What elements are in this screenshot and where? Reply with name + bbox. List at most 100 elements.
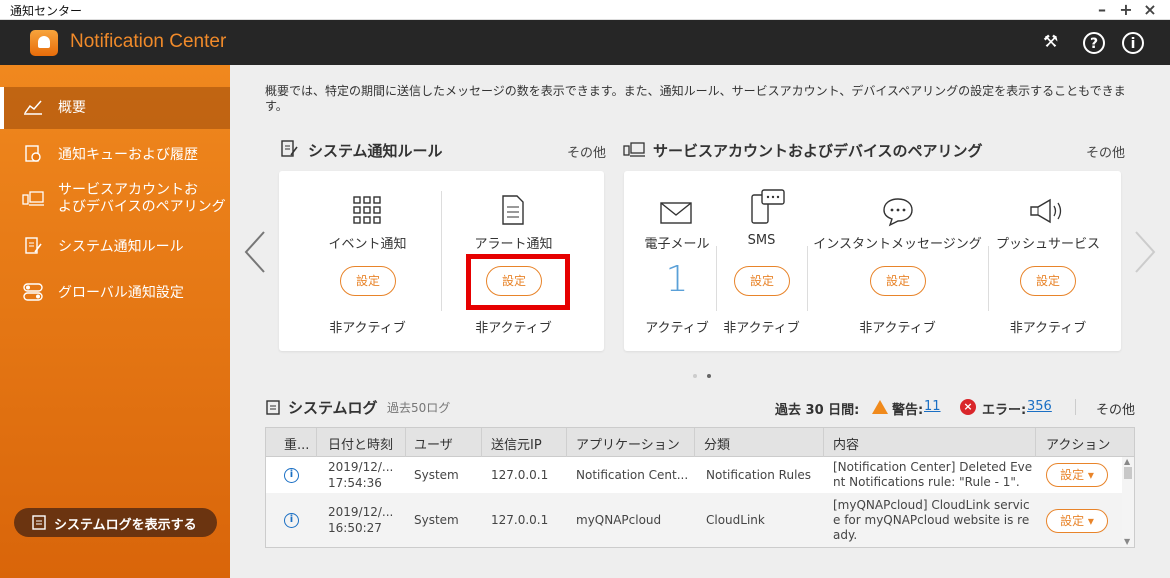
chat-icon: [882, 197, 914, 234]
carousel-dot[interactable]: [693, 374, 697, 378]
warning-label: 警告:: [892, 403, 924, 418]
table-row[interactable]: i 2019/12/... 16:50:27 System 127.0.0.1 …: [266, 493, 1124, 547]
mail-icon: [660, 201, 692, 231]
active-indicator: [0, 87, 4, 129]
device-pairing-icon: [22, 191, 44, 209]
sidebar-item-queue-history[interactable]: 通知キューおよび履歴: [0, 143, 230, 167]
push-settings-button[interactable]: 設定: [1020, 266, 1076, 296]
sidebar-item-pairing[interactable]: サービスアカウントお よびデバイスのペアリング: [0, 181, 230, 217]
pairing-section-title: サービスアカウントおよびデバイスのペアリング: [653, 142, 983, 160]
sidebar-item-overview[interactable]: 概要: [0, 87, 230, 129]
scroll-down-icon[interactable]: ▼: [1124, 537, 1130, 546]
col-separator: [316, 428, 317, 457]
app-title: Notification Center: [70, 31, 227, 52]
document-icon: [501, 195, 525, 232]
grid-icon: [353, 196, 381, 231]
megaphone-icon: [1028, 197, 1068, 234]
col-content[interactable]: 内容: [833, 434, 859, 453]
cell-content-line2: e for myQNAPcloud website is re: [833, 513, 1030, 527]
scroll-thumb[interactable]: [1124, 467, 1132, 479]
col-separator: [566, 428, 567, 457]
table-scrollbar[interactable]: ▲ ▼: [1122, 457, 1134, 547]
sidebar-item-system-rules[interactable]: システム通知ルール: [0, 235, 230, 259]
sidebar-item-label: グローバル通知設定: [58, 285, 184, 301]
sms-settings-button[interactable]: 設定: [734, 266, 790, 296]
maximize-button[interactable]: +: [1116, 0, 1136, 19]
push-status: 非アクティブ: [1009, 321, 1087, 336]
os-title-bar: 通知センター – + ×: [0, 0, 1170, 20]
sidebar-item-label-line1: サービスアカウントお: [58, 182, 198, 198]
device-pairing-icon: [623, 142, 645, 162]
magic-wand-icon[interactable]: ⚒: [1043, 32, 1058, 52]
sms-label: SMS: [747, 233, 776, 248]
rule-section-icon: [280, 140, 298, 162]
col-separator: [481, 428, 482, 457]
col-source-ip[interactable]: 送信元IP: [491, 434, 542, 453]
scroll-up-icon[interactable]: ▲: [1124, 457, 1130, 466]
highlight-box: [466, 254, 570, 310]
tile-divider: [807, 246, 808, 311]
toggle-settings-icon: [22, 283, 44, 301]
clipboard-icon: [266, 399, 280, 419]
chart-icon: [22, 99, 44, 117]
cell-content-line1: [Notification Center] Deleted Eve: [833, 460, 1033, 474]
system-log-table: 重... 日付と時刻 ユーザ 送信元IP アプリケーション 分類 内容 アクショ…: [265, 427, 1135, 548]
cell-date: 2019/12/...: [328, 505, 394, 519]
intro-text: 概要では、特定の期間に送信したメッセージの数を表示できます。また、通知ルール、サ…: [265, 84, 1126, 113]
col-category[interactable]: 分類: [704, 434, 730, 453]
alert-status: 非アクティブ: [475, 321, 552, 336]
period-label: 過去 30 日間:: [775, 403, 860, 418]
sidebar-item-label: 通知キューおよび履歴: [58, 147, 198, 163]
row-settings-dropdown[interactable]: 設定 ▾: [1046, 509, 1108, 533]
os-window-title: 通知センター: [10, 4, 83, 18]
clipboard-icon: [32, 514, 46, 534]
show-system-log-button[interactable]: システムログを表示する: [14, 508, 217, 537]
help-icon[interactable]: ?: [1083, 32, 1105, 54]
col-datetime[interactable]: 日付と時刻: [328, 434, 393, 453]
col-user[interactable]: ユーザ: [414, 434, 453, 453]
cell-user: System: [414, 513, 459, 527]
cell-ip: 127.0.0.1: [491, 513, 549, 527]
tile-divider: [988, 246, 989, 311]
carousel-dot-active[interactable]: [707, 374, 711, 378]
info-severity-icon: i: [284, 513, 299, 528]
cell-user: System: [414, 468, 459, 482]
cell-category: Notification Rules: [706, 468, 812, 482]
app-header: Notification Center ⚒ ? i: [0, 20, 1170, 65]
event-settings-button[interactable]: 設定: [340, 266, 396, 296]
alert-notification-label: アラート通知: [474, 237, 553, 252]
col-separator: [694, 428, 695, 457]
col-action[interactable]: アクション: [1046, 434, 1110, 453]
event-notification-label: イベント通知: [328, 237, 407, 252]
close-button[interactable]: ×: [1140, 0, 1160, 19]
cell-application: Notification Cent...: [576, 468, 689, 482]
col-application[interactable]: アプリケーション: [576, 434, 680, 453]
info-icon[interactable]: i: [1122, 32, 1144, 54]
cell-application: myQNAPcloud: [576, 513, 662, 527]
email-label: 電子メール: [644, 237, 710, 252]
im-settings-button[interactable]: 設定: [870, 266, 926, 296]
show-system-log-label: システムログを表示する: [54, 518, 197, 533]
carousel-prev-button[interactable]: [242, 230, 268, 285]
warning-icon: [872, 400, 888, 414]
col-severity[interactable]: 重...: [284, 434, 309, 453]
push-service-label: プッシュサービス: [995, 237, 1100, 252]
row-settings-dropdown[interactable]: 設定 ▾: [1046, 463, 1108, 487]
table-row[interactable]: i 2019/12/... 17:54:36 System 127.0.0.1 …: [266, 457, 1124, 493]
carousel-next-button[interactable]: [1132, 230, 1158, 285]
cell-category: CloudLink: [706, 513, 765, 527]
syslog-more-link[interactable]: その他: [1096, 399, 1135, 418]
cell-content-line1: [myQNAPcloud] CloudLink servic: [833, 498, 1030, 512]
col-separator: [1035, 428, 1036, 457]
error-count-link[interactable]: 356: [1027, 399, 1052, 414]
table-header: 重... 日付と時刻 ユーザ 送信元IP アプリケーション 分類 内容 アクショ…: [266, 428, 1134, 457]
sidebar-item-label-line2: よびデバイスのペアリング: [58, 199, 226, 215]
warning-count-link[interactable]: 11: [924, 399, 941, 414]
sms-status: 非アクティブ: [723, 321, 800, 336]
minimize-button[interactable]: –: [1092, 0, 1112, 19]
sidebar-item-global-settings[interactable]: グローバル通知設定: [0, 281, 230, 305]
rules-more-link[interactable]: その他: [567, 142, 606, 161]
pairing-more-link[interactable]: その他: [1086, 142, 1125, 161]
cell-time: 16:50:27: [328, 521, 382, 535]
rule-edit-icon: [22, 237, 44, 255]
